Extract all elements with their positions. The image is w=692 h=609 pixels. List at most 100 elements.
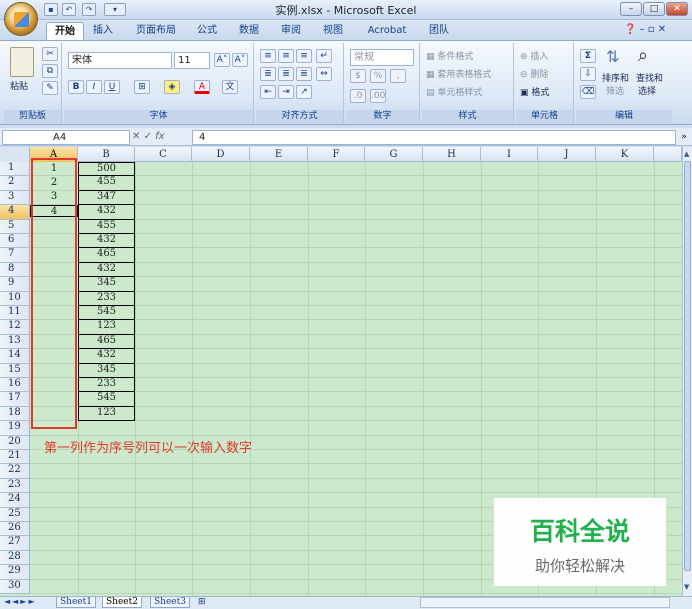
cell-b[interactable]: 432: [78, 349, 135, 364]
row-header[interactable]: 14: [0, 349, 30, 364]
fill-color-icon[interactable]: ◈: [164, 80, 180, 94]
new-sheet-icon[interactable]: ⊞: [198, 597, 206, 607]
vertical-scrollbar[interactable]: ▲ ▼: [682, 147, 692, 596]
row-header[interactable]: 23: [0, 479, 30, 493]
fx-icon[interactable]: fx: [155, 131, 164, 142]
tab-view[interactable]: 视图: [318, 22, 348, 41]
row-header[interactable]: 24: [0, 493, 30, 508]
cell-b[interactable]: 432: [78, 205, 135, 220]
increase-indent-icon[interactable]: ⇥: [278, 85, 294, 99]
sort-button[interactable]: 排序和: [602, 71, 629, 84]
font-color-icon[interactable]: A: [194, 80, 210, 94]
col-header-h[interactable]: H: [423, 147, 481, 162]
align-top-icon[interactable]: ≡: [260, 49, 276, 63]
borders-icon[interactable]: ⊞: [134, 80, 150, 94]
cell-b[interactable]: 123: [78, 320, 135, 335]
col-header-c[interactable]: C: [135, 147, 192, 162]
cancel-icon[interactable]: ✕: [132, 131, 140, 142]
enter-icon[interactable]: ✓: [144, 131, 152, 142]
number-format-select[interactable]: 常规: [350, 49, 414, 66]
tab-team[interactable]: 团队: [424, 22, 454, 41]
row-header[interactable]: 10: [0, 292, 30, 306]
tab-acrobat[interactable]: Acrobat: [362, 22, 412, 41]
currency-icon[interactable]: $: [350, 69, 366, 83]
grow-font-icon[interactable]: A˄: [214, 53, 230, 67]
name-box[interactable]: A4: [2, 130, 130, 145]
font-size-select[interactable]: 11: [174, 52, 210, 69]
paste-icon[interactable]: [10, 47, 34, 77]
col-header-d[interactable]: D: [192, 147, 250, 162]
align-center-icon[interactable]: ≣: [278, 67, 294, 81]
sheet-nav-icon[interactable]: ◄◄►►: [4, 597, 37, 606]
sheet-tab-3[interactable]: Sheet3: [150, 597, 190, 608]
sheet-tab-2[interactable]: Sheet2: [102, 597, 142, 608]
row-header[interactable]: 8: [0, 263, 30, 277]
cell-b[interactable]: 345: [78, 277, 135, 292]
row-header[interactable]: 5: [0, 220, 30, 234]
cell-b[interactable]: 123: [78, 407, 135, 421]
format-button[interactable]: ▣ 格式: [520, 85, 549, 98]
row-header[interactable]: 12: [0, 320, 30, 335]
row-header[interactable]: 16: [0, 378, 30, 392]
find-icon[interactable]: ⌕: [638, 45, 662, 67]
col-header-j[interactable]: J: [538, 147, 596, 162]
row-header[interactable]: 28: [0, 551, 30, 565]
cell-b[interactable]: 500: [78, 162, 135, 176]
scroll-thumb[interactable]: [684, 161, 691, 571]
font-name-select[interactable]: 宋体: [68, 52, 172, 69]
fill-icon[interactable]: ⇩: [580, 67, 596, 81]
col-header-f[interactable]: F: [308, 147, 365, 162]
office-button[interactable]: [4, 2, 38, 36]
percent-button[interactable]: %: [370, 69, 386, 83]
col-header-e[interactable]: E: [250, 147, 308, 162]
table-format-button[interactable]: ▦ 套用表格格式: [426, 67, 491, 80]
row-header[interactable]: 26: [0, 522, 30, 536]
cell-b[interactable]: 345: [78, 364, 135, 378]
merge-center-icon[interactable]: ⇔: [316, 67, 332, 81]
cell-b[interactable]: 455: [78, 176, 135, 191]
tab-data[interactable]: 数据: [234, 22, 264, 41]
row-header[interactable]: 19: [0, 421, 30, 436]
clear-icon[interactable]: ⌫: [580, 85, 596, 99]
underline-button[interactable]: U: [104, 80, 120, 94]
format-painter-icon[interactable]: ✎: [42, 81, 58, 95]
decrease-indent-icon[interactable]: ⇤: [260, 85, 276, 99]
cell-b[interactable]: 233: [78, 292, 135, 306]
minimize-button[interactable]: –: [620, 2, 642, 16]
row-header[interactable]: 9: [0, 277, 30, 292]
row-header[interactable]: 29: [0, 565, 30, 580]
row-header[interactable]: 30: [0, 580, 30, 594]
cell-b[interactable]: 432: [78, 263, 135, 277]
conditional-format-button[interactable]: ▦ 条件格式: [426, 49, 473, 62]
row-header[interactable]: 7: [0, 248, 30, 263]
align-middle-icon[interactable]: ≡: [278, 49, 294, 63]
insert-button[interactable]: ⊕ 插入: [520, 49, 548, 62]
delete-button[interactable]: ⊖ 删除: [520, 67, 548, 80]
row-header[interactable]: 13: [0, 335, 30, 349]
copy-icon[interactable]: ⧉: [42, 64, 58, 78]
row-header[interactable]: 18: [0, 407, 30, 421]
comma-icon[interactable]: ,: [390, 69, 406, 83]
row-header[interactable]: 22: [0, 464, 30, 479]
cell-b[interactable]: 455: [78, 220, 135, 234]
phonetic-icon[interactable]: 文: [222, 80, 238, 94]
align-right-icon[interactable]: ≣: [296, 67, 312, 81]
row-header[interactable]: 15: [0, 364, 30, 378]
horizontal-scrollbar[interactable]: [420, 597, 670, 608]
sheet-tab-1[interactable]: Sheet1: [56, 597, 96, 608]
shrink-font-icon[interactable]: A˅: [232, 53, 248, 67]
col-header-b[interactable]: B: [78, 147, 135, 162]
scroll-up-icon[interactable]: ▲: [684, 150, 691, 158]
filter-button[interactable]: 筛选: [606, 84, 624, 97]
row-header[interactable]: 21: [0, 450, 30, 464]
scroll-down-icon[interactable]: ▼: [684, 583, 691, 591]
col-header-partial[interactable]: [654, 147, 682, 162]
row-header[interactable]: 17: [0, 392, 30, 407]
row-header[interactable]: 20: [0, 436, 30, 450]
select-button[interactable]: 选择: [638, 84, 656, 97]
formula-input[interactable]: 4: [192, 130, 676, 145]
col-header-i[interactable]: I: [481, 147, 538, 162]
select-all-corner[interactable]: [0, 147, 30, 162]
align-bottom-icon[interactable]: ≡: [296, 49, 312, 63]
cell-b[interactable]: 465: [78, 335, 135, 349]
